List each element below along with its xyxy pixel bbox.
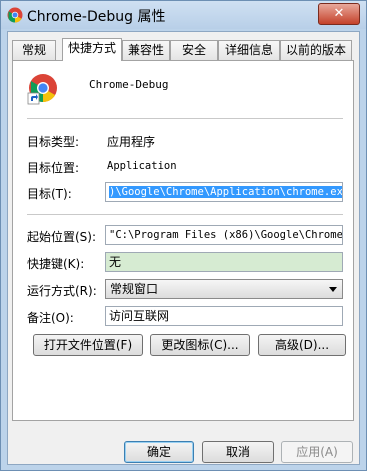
ok-button[interactable]: 确定 <box>124 441 194 463</box>
tab-previous-versions[interactable]: 以前的版本 <box>280 40 352 60</box>
target-type-label: 目标类型: <box>27 135 80 149</box>
hotkey-label: 快捷键(K): <box>27 257 85 271</box>
shortcut-panel: Chrome-Debug 目标类型: 应用程序 目标位置: Applicatio… <box>12 60 354 421</box>
close-button[interactable]: ✕ <box>318 3 360 25</box>
start-in-input[interactable]: "C:\Program Files (x86)\Google\Chrome\A <box>105 225 343 245</box>
tab-security[interactable]: 安全 <box>170 40 218 60</box>
chrome-shortcut-icon <box>27 74 57 105</box>
open-location-button[interactable]: 打开文件位置(F) <box>33 334 143 356</box>
target-location-value: Application <box>107 160 177 172</box>
target-input[interactable]: )\Google\Chrome\Application\chrome.exe" <box>105 182 343 202</box>
comment-label: 备注(O): <box>27 311 74 325</box>
target-type-value: 应用程序 <box>107 135 156 149</box>
chrome-icon <box>7 7 23 23</box>
tab-shortcut[interactable]: 快捷方式 <box>62 38 122 61</box>
target-value: )\Google\Chrome\Application\chrome.exe" <box>109 186 342 198</box>
cancel-button[interactable]: 取消 <box>202 441 274 463</box>
target-location-label: 目标位置: <box>27 161 80 175</box>
advanced-button[interactable]: 高级(D)... <box>258 334 346 356</box>
run-select[interactable]: 常规窗口 <box>105 279 343 299</box>
tab-general[interactable]: 常规 <box>12 40 56 60</box>
change-icon-button[interactable]: 更改图标(C)... <box>150 334 250 356</box>
tab-compatibility[interactable]: 兼容性 <box>122 40 170 60</box>
apply-button[interactable]: 应用(A) <box>281 441 353 463</box>
window-title: Chrome-Debug 属性 <box>27 9 166 25</box>
run-label: 运行方式(R): <box>27 284 97 298</box>
properties-window: Chrome-Debug 属性 ✕ 常规 快捷方式 兼容性 安全 详细信息 以前… <box>0 0 367 471</box>
title-bar[interactable]: Chrome-Debug 属性 ✕ <box>1 1 366 29</box>
shortcut-name: Chrome-Debug <box>89 78 169 91</box>
start-in-label: 起始位置(S): <box>27 230 97 244</box>
run-select-value: 常规窗口 <box>110 282 159 296</box>
target-label: 目标(T): <box>27 187 72 201</box>
hotkey-input[interactable]: 无 <box>105 252 343 272</box>
dialog-client: 常规 快捷方式 兼容性 安全 详细信息 以前的版本 Chrome-Debug 目… <box>7 31 360 465</box>
chevron-down-icon <box>329 287 337 292</box>
separator <box>27 214 343 216</box>
separator <box>27 118 343 120</box>
tab-details[interactable]: 详细信息 <box>218 40 280 60</box>
comment-input[interactable]: 访问互联网 <box>105 306 343 326</box>
